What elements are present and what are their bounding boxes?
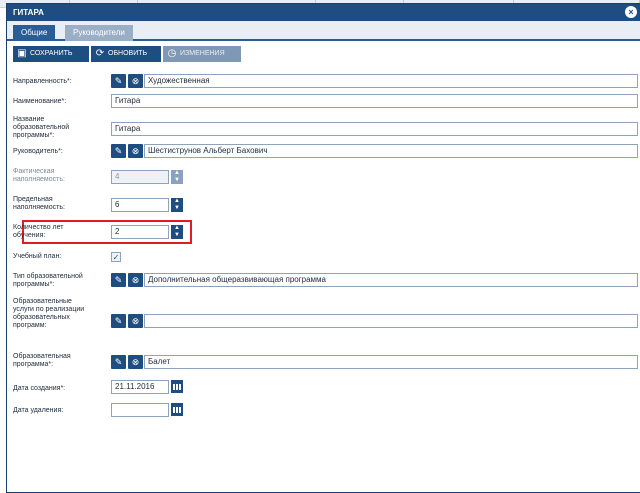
nazvanie-field[interactable]: Гитара [111, 122, 638, 136]
label-naimenovanie: Наименование*: [13, 98, 67, 105]
label-data-sozdaniya: Дата создания*: [13, 385, 66, 392]
clear-icon[interactable]: ⊗ [128, 273, 143, 287]
uslugi-field[interactable] [144, 314, 638, 328]
label-predelnaya: Предельная наполняемость: [13, 196, 65, 211]
label-data-udaleniya: Дата удаления: [13, 407, 64, 414]
label-uslugi: Образовательные услуги по реализации обр… [13, 298, 85, 329]
changes-button-label: ИЗМЕНЕНИЯ [180, 50, 225, 57]
clear-icon[interactable]: ⊗ [128, 74, 143, 88]
naimenovanie-field[interactable]: Гитара [111, 94, 638, 108]
edit-icon[interactable]: ✎ [111, 144, 126, 158]
dialog-title: ГИТАРА [13, 8, 44, 17]
edit-icon[interactable]: ✎ [111, 273, 126, 287]
napravlennost-field[interactable]: Художественная [144, 74, 638, 88]
spinner-icon[interactable]: ▲ ▼ [171, 225, 183, 239]
label-obr-programma: Образовательная программа*: [13, 353, 71, 368]
calendar-icon[interactable] [171, 380, 183, 393]
clear-icon[interactable]: ⊗ [128, 144, 143, 158]
clear-icon[interactable]: ⊗ [128, 355, 143, 369]
rukovoditel-field[interactable]: Шестиструнов Альберт Бахович [144, 144, 638, 158]
obr-programma-field[interactable]: Балет [144, 355, 638, 369]
data-sozdaniya-field[interactable]: 21.11.2016 [111, 380, 169, 394]
spinner-icon[interactable]: ▲ ▼ [171, 198, 183, 212]
refresh-icon: ⟳ [95, 48, 105, 59]
history-icon: ◷ [167, 48, 177, 59]
tab-managers[interactable]: Руководители [65, 25, 133, 41]
tab-general[interactable]: Общие [13, 25, 56, 41]
changes-button[interactable]: ◷ ИЗМЕНЕНИЯ [163, 46, 241, 62]
tab-bar: Общие Руководители [7, 21, 640, 41]
label-rukovoditel: Руководитель*: [13, 148, 63, 155]
edit-icon[interactable]: ✎ [111, 74, 126, 88]
edit-dialog: ГИТАРА × Общие Руководители ▣ СОХРАНИТЬ … [6, 3, 640, 493]
uchebny-plan-checkbox[interactable]: ✓ [111, 252, 121, 262]
edit-icon[interactable]: ✎ [111, 314, 126, 328]
kolichestvo-field[interactable]: 2 [111, 225, 169, 239]
spinner-icon: ▲ ▼ [171, 170, 183, 184]
label-nazvanie: Название образовательной программы*: [13, 116, 70, 139]
fakticheskaya-field: 4 [111, 170, 169, 184]
label-napravlennost: Направленность*: [13, 78, 72, 85]
label-kolichestvo: Количество лет обучения: [13, 224, 64, 239]
dialog-titlebar: ГИТАРА × [7, 4, 640, 21]
close-icon[interactable]: × [625, 6, 637, 18]
label-fakticheskaya: Фактическая наполняемость: [13, 168, 65, 183]
floppy-icon: ▣ [17, 48, 27, 59]
predelnaya-field[interactable]: 6 [111, 198, 169, 212]
edit-icon[interactable]: ✎ [111, 355, 126, 369]
calendar-icon[interactable] [171, 403, 183, 416]
label-tip: Тип образовательной программы*: [13, 273, 83, 288]
data-udaleniya-field[interactable] [111, 403, 169, 417]
refresh-button-label: ОБНОВИТЬ [108, 50, 148, 57]
save-button[interactable]: ▣ СОХРАНИТЬ [13, 46, 89, 62]
tip-field[interactable]: Дополнительная общеразвивающая программа [144, 273, 638, 287]
clear-icon[interactable]: ⊗ [128, 314, 143, 328]
label-uchebny-plan: Учебный план: [13, 253, 62, 260]
save-button-label: СОХРАНИТЬ [30, 50, 73, 57]
refresh-button[interactable]: ⟳ ОБНОВИТЬ [91, 46, 161, 62]
